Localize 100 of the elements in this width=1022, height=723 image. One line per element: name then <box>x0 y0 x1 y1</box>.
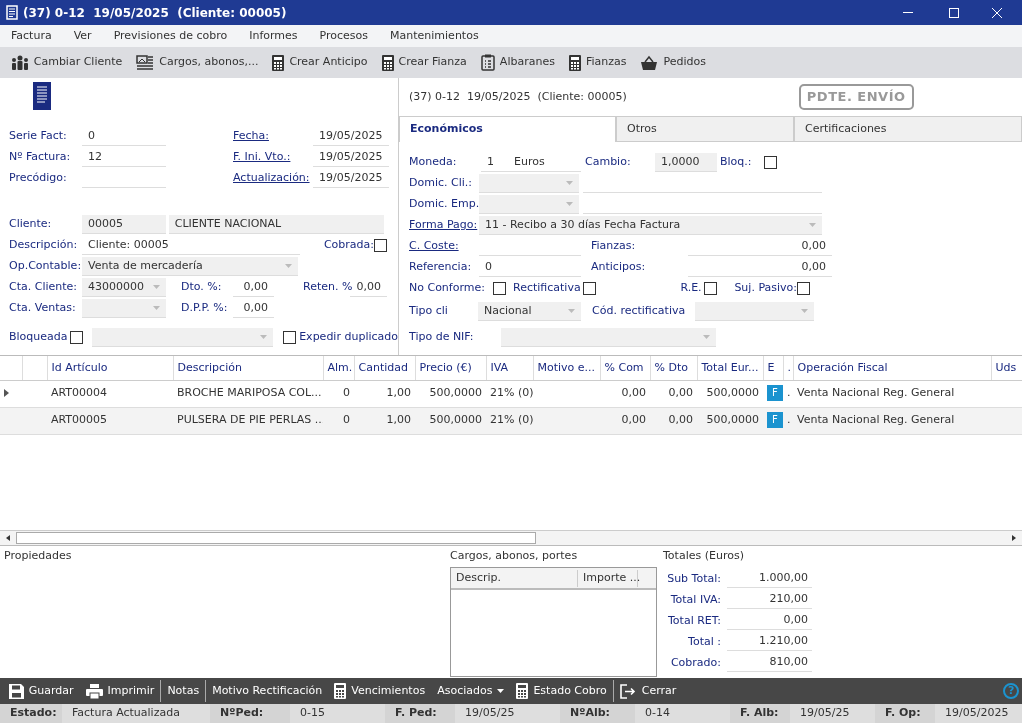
menu-item[interactable]: Informes <box>238 27 309 45</box>
text-field[interactable]: 0,00 <box>233 299 274 318</box>
column-header[interactable]: Uds <box>991 356 1022 380</box>
column-header[interactable]: IVA <box>486 356 533 380</box>
table-cell: 21% (0) <box>486 407 533 434</box>
toolbar-button[interactable]: Albaranes <box>472 52 561 73</box>
dropdown-field[interactable] <box>479 195 579 214</box>
action-button[interactable]: Cerrar <box>613 678 683 704</box>
panel-title: Totales (Euros) <box>663 548 745 564</box>
field-label: Descripción: <box>9 237 79 254</box>
toolbar-button[interactable]: Pedidos <box>632 52 712 73</box>
status-value: Factura Actualizada <box>62 704 210 723</box>
field-label: Cambio: <box>585 154 632 171</box>
text-field[interactable]: 0,00 <box>233 278 274 297</box>
column-header[interactable]: % Dto <box>650 356 697 380</box>
action-button[interactable]: Guardar <box>2 678 80 704</box>
column-header[interactable]: Total Eur... <box>697 356 763 380</box>
text-field[interactable]: 12 <box>82 148 166 167</box>
tab[interactable]: Certificaciones <box>794 116 1022 141</box>
text-field[interactable]: 0 <box>479 258 581 277</box>
field-link[interactable]: Fecha: <box>233 129 269 143</box>
field-label: Referencia: <box>409 259 473 276</box>
dropdown-field[interactable]: 43000000 <box>82 278 166 297</box>
field-link[interactable]: C. Coste: <box>409 239 459 253</box>
column-header[interactable]: Descripción <box>173 356 323 380</box>
text-field[interactable]: Cliente: 00005 <box>82 236 300 255</box>
field-label: Cód. rectificativa <box>592 303 687 320</box>
menu-item[interactable]: Mantenimientos <box>379 27 490 45</box>
tab[interactable]: Otros <box>616 116 794 141</box>
column-header[interactable]: . <box>783 356 793 380</box>
action-button[interactable]: Notas <box>161 678 206 704</box>
dropdown-field[interactable] <box>501 328 716 347</box>
field-link[interactable]: Actualización: <box>233 171 310 185</box>
column-header[interactable]: Id Artículo <box>47 356 173 380</box>
menu-item[interactable]: Procesos <box>308 27 380 45</box>
panel-title: Cargos, abonos, portes <box>450 548 579 564</box>
column-header[interactable]: Operación Fiscal <box>793 356 991 380</box>
date-field[interactable]: 19/05/2025 <box>313 127 389 146</box>
dropdown-field[interactable] <box>479 174 579 193</box>
column-header[interactable]: E <box>763 356 783 380</box>
caret-icon <box>153 306 160 310</box>
toolbar-button[interactable]: Cambiar Cliente <box>2 52 129 73</box>
text-field[interactable]: 0,00 <box>688 237 832 256</box>
checkbox[interactable] <box>764 156 777 169</box>
menu-item[interactable]: Ver <box>62 27 103 45</box>
text-field[interactable]: 0,00 <box>688 258 832 277</box>
dropdown-field[interactable] <box>82 299 166 318</box>
row-pointer-icon <box>4 389 9 398</box>
toolbar-button[interactable]: Fianzas <box>560 52 633 73</box>
calculator-icon <box>516 683 529 699</box>
dropdown-field[interactable] <box>92 328 274 347</box>
action-button[interactable]: Asociados <box>431 678 511 704</box>
checkbox[interactable] <box>583 282 597 295</box>
toolbar-button[interactable]: Cargos, abonos,... <box>128 52 265 73</box>
tab[interactable]: Económicos <box>399 116 616 142</box>
field-label: R.E. <box>680 280 702 297</box>
dropdown-field[interactable]: Venta de mercadería <box>82 257 298 276</box>
checkbox[interactable] <box>493 282 506 295</box>
field-label: Op.Contable: <box>9 258 82 275</box>
action-button[interactable]: Vencimientos <box>328 678 432 704</box>
action-button[interactable]: Estado Cobro <box>510 678 613 704</box>
column-header[interactable]: Precio (€) <box>415 356 486 380</box>
dropdown-field[interactable]: 11 - Recibo a 30 días Fecha Factura <box>479 216 822 235</box>
dropdown-field[interactable]: Nacional <box>478 302 581 321</box>
list-icon <box>136 55 155 70</box>
checkbox[interactable] <box>70 331 84 344</box>
text-field[interactable]: 0 <box>82 127 166 146</box>
toolbar-button[interactable]: Crear Anticipo <box>264 52 374 73</box>
scrollbar-thumb[interactable] <box>16 531 536 545</box>
currency-field[interactable]: 1 Euros <box>481 153 581 172</box>
column-header[interactable]: Importe ... <box>578 570 638 587</box>
column-header[interactable]: Alm. <box>323 356 354 380</box>
field-link[interactable]: Forma Pago: <box>409 218 478 232</box>
toolbar-button[interactable]: Crear Fianza <box>373 52 473 73</box>
caret-icon <box>260 335 268 339</box>
status-value: 19/05/25 <box>455 704 560 723</box>
column-header[interactable]: Motivo e... <box>533 356 600 380</box>
menu-item[interactable]: Factura <box>0 27 63 45</box>
menu-item[interactable]: Previsiones de cobro <box>102 27 239 45</box>
action-button[interactable]: Imprimir <box>79 678 161 704</box>
basket-icon <box>640 54 659 71</box>
field-label: Bloqueada <box>9 329 68 346</box>
field-label: Anticipos: <box>591 259 647 276</box>
field-label: Precódigo: <box>9 170 68 187</box>
checkbox[interactable] <box>283 331 297 344</box>
action-button[interactable]: Motivo Rectificación <box>206 678 329 704</box>
checkbox[interactable] <box>797 282 810 295</box>
date-field[interactable]: 19/05/2025 <box>313 148 389 167</box>
column-header[interactable]: Descrip. <box>451 570 578 587</box>
text-field[interactable]: 00005 <box>82 215 166 234</box>
checkbox[interactable] <box>704 282 718 295</box>
column-header[interactable]: Cantidad <box>354 356 415 380</box>
column-header[interactable]: % Com <box>600 356 650 380</box>
table-cell: . <box>783 380 793 407</box>
date-field[interactable]: 19/05/2025 <box>313 169 389 188</box>
field-link[interactable]: F. Ini. Vto.: <box>233 150 291 164</box>
total-label: Total : <box>687 633 722 650</box>
caret-icon <box>153 285 160 289</box>
dropdown-field[interactable] <box>695 302 814 321</box>
checkbox[interactable] <box>374 239 387 252</box>
